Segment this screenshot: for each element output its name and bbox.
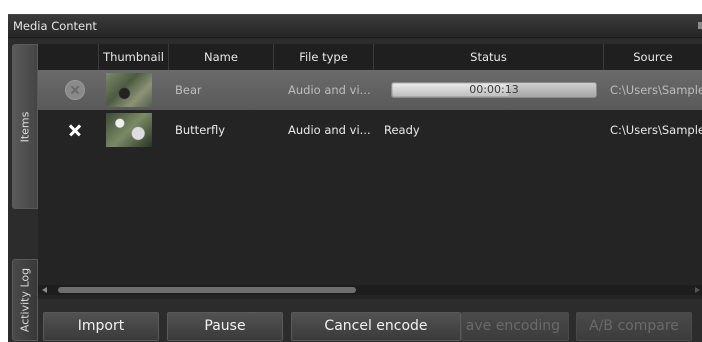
tab-items[interactable]: Items xyxy=(12,44,38,209)
row-name: Butterfly xyxy=(175,123,226,137)
scrollbar-thumb[interactable] xyxy=(58,287,356,293)
table-row[interactable]: Butterfly Audio and vi... Ready C:\Users… xyxy=(38,110,702,150)
vertical-tabs: Items Activity Log xyxy=(12,44,38,341)
scroll-left-icon[interactable] xyxy=(42,287,47,293)
action-toolbar: Import Pause Cancel encode ave encoding … xyxy=(38,312,702,341)
butterfly-thumbnail xyxy=(106,113,152,147)
items-table: Thumbnail Name File type Status Source B… xyxy=(38,44,702,299)
tab-activity-log-label: Activity Log xyxy=(18,267,32,333)
bear-thumbnail xyxy=(106,73,152,107)
window-title: Media Content xyxy=(13,19,97,33)
header-remove xyxy=(38,44,98,70)
progress-time: 00:00:13 xyxy=(469,83,519,96)
remove-item-icon[interactable] xyxy=(67,122,83,138)
table-header: Thumbnail Name File type Status Source xyxy=(38,44,702,71)
remove-item-icon xyxy=(65,80,85,100)
ab-compare-button[interactable]: A/B compare xyxy=(576,312,692,341)
pin-icon[interactable] xyxy=(698,22,702,29)
row-file-type: Audio and vi... xyxy=(288,83,371,97)
tab-activity-log[interactable]: Activity Log xyxy=(12,259,38,341)
encode-progress-bar: 00:00:13 xyxy=(391,82,597,98)
header-file-type[interactable]: File type xyxy=(273,44,373,70)
scroll-right-icon[interactable] xyxy=(695,287,700,293)
header-thumbnail[interactable]: Thumbnail xyxy=(98,44,168,70)
table-row[interactable]: Bear Audio and vi... 00:00:13 C:\Users\S… xyxy=(38,70,702,110)
window-titlebar: Media Content xyxy=(8,15,702,38)
row-name: Bear xyxy=(175,83,202,97)
header-status[interactable]: Status xyxy=(373,44,603,70)
row-file-type: Audio and vi... xyxy=(288,123,371,137)
horizontal-scrollbar[interactable] xyxy=(38,285,702,295)
tab-items-label: Items xyxy=(18,111,32,142)
row-source: C:\Users\Sample. xyxy=(610,83,702,97)
row-status: Ready xyxy=(384,123,420,137)
row-source: C:\Users\Sample. xyxy=(610,123,702,137)
import-button[interactable]: Import xyxy=(43,312,159,341)
header-source[interactable]: Source xyxy=(603,44,702,70)
header-name[interactable]: Name xyxy=(168,44,273,70)
cancel-encode-button[interactable]: Cancel encode xyxy=(291,312,461,341)
save-encoding-button[interactable]: ave encoding xyxy=(461,312,569,341)
pause-button[interactable]: Pause xyxy=(167,312,283,341)
